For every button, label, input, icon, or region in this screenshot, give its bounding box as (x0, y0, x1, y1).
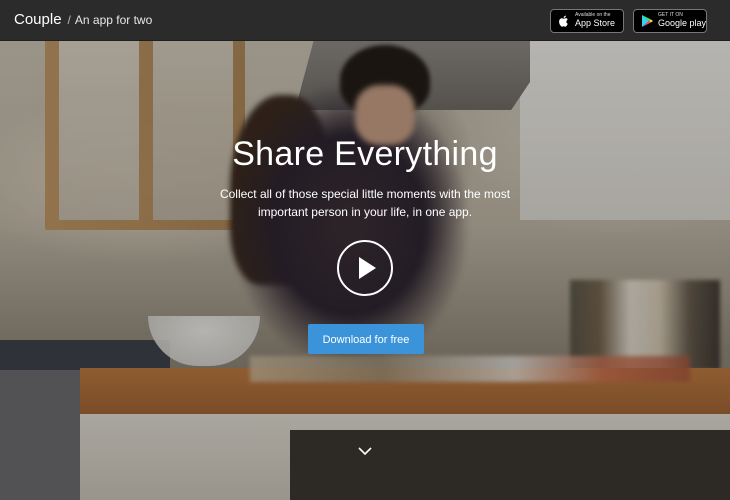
play-video-button[interactable] (337, 240, 393, 296)
brand-name: Couple (14, 11, 62, 28)
apple-icon (559, 15, 568, 27)
google-play-big-text: Google play (658, 18, 707, 28)
app-store-badge[interactable]: Available on the App Store (550, 9, 624, 33)
brand-tagline: An app for two (74, 13, 153, 27)
brand-separator: / (67, 13, 71, 27)
download-button[interactable]: Download for free (308, 324, 424, 354)
brand[interactable]: Couple / An app for two (14, 11, 152, 28)
chevron-down-icon[interactable] (357, 445, 373, 457)
top-navigation-bar: Couple / An app for two Available on the A… (0, 0, 730, 41)
hero-headline: Share Everything (232, 135, 498, 173)
app-store-big-text: App Store (575, 18, 616, 28)
hero-subline: Collect all of those special little mome… (219, 187, 511, 219)
play-icon (359, 257, 376, 279)
google-play-badge[interactable]: GET IT ON Google play (633, 9, 707, 33)
google-play-icon (642, 15, 653, 27)
